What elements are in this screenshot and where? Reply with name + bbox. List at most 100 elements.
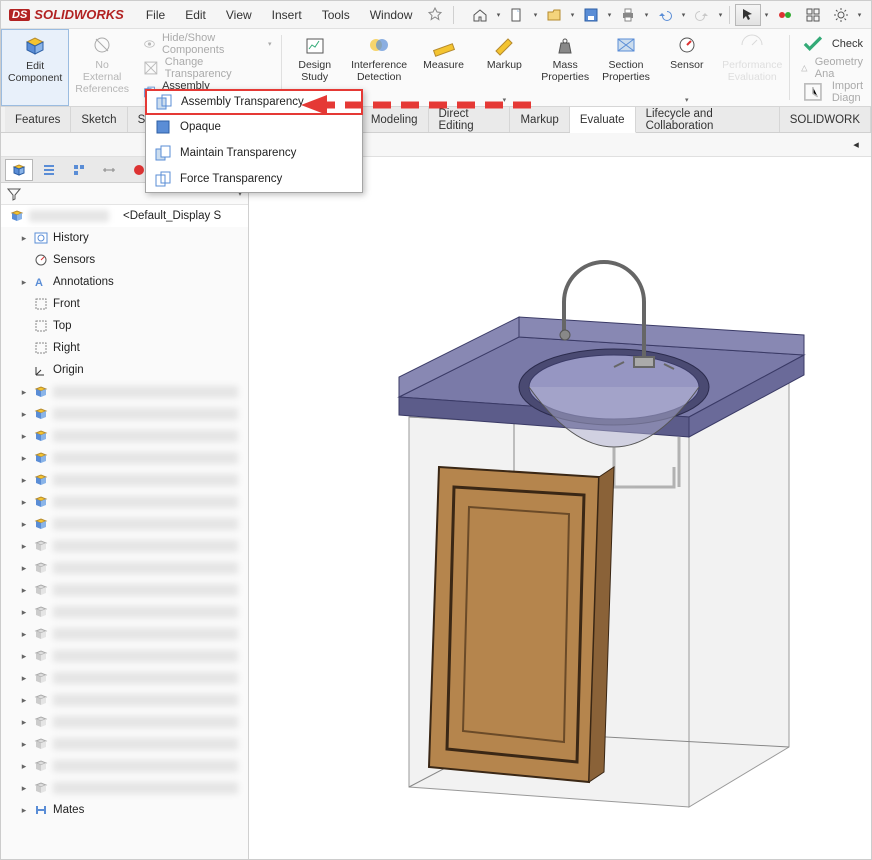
ribbon-geometry-analysis[interactable]: Geometry Ana: [796, 57, 867, 79]
ribbon-hide-show[interactable]: Hide/Show Components ▾: [139, 33, 275, 55]
ribbon-performance-eval[interactable]: Performance Evaluation: [717, 29, 787, 106]
ribbon-import-diagnostics[interactable]: Import Diagn: [796, 81, 867, 103]
dropdown-icon[interactable]: ▾: [763, 4, 770, 26]
dropdown-icon[interactable]: ▾: [643, 4, 650, 26]
ribbon-check[interactable]: Check: [796, 33, 867, 55]
expander-icon[interactable]: ▸: [19, 431, 29, 442]
menu-file[interactable]: File: [138, 6, 173, 24]
dropdown-icon[interactable]: ▾: [606, 4, 613, 26]
panel-tab-property[interactable]: [35, 159, 63, 181]
ribbon-edit-component[interactable]: Edit Component: [1, 29, 69, 106]
expander-icon[interactable]: ▸: [19, 651, 29, 662]
panel-tab-config[interactable]: [65, 159, 93, 181]
tab-modeling[interactable]: Modeling: [361, 107, 429, 132]
tab-lifecycle[interactable]: Lifecycle and Collaboration: [636, 107, 780, 132]
expander-icon[interactable]: ▸: [19, 673, 29, 684]
tree-component[interactable]: ▸: [1, 601, 248, 623]
expander-icon[interactable]: ▸: [19, 387, 29, 398]
ribbon-change-transparency[interactable]: Change Transparency: [139, 57, 275, 79]
expander-icon[interactable]: ▸: [19, 475, 29, 486]
funnel-icon[interactable]: [7, 187, 21, 201]
expander-icon[interactable]: ▸: [19, 233, 29, 244]
expander-icon[interactable]: ▸: [19, 541, 29, 552]
settings-gear-icon[interactable]: [828, 4, 854, 26]
save-icon[interactable]: [578, 4, 604, 26]
tree-component[interactable]: ▸: [1, 535, 248, 557]
menu-view[interactable]: View: [218, 6, 260, 24]
menu-tools[interactable]: Tools: [314, 6, 358, 24]
tree-component[interactable]: ▸: [1, 667, 248, 689]
panel-tab-feature-tree[interactable]: [5, 159, 33, 181]
expander-icon[interactable]: ▸: [19, 695, 29, 706]
panel-tab-dim[interactable]: [95, 159, 123, 181]
ribbon-markup[interactable]: Markup ▾: [474, 29, 535, 106]
ribbon-sensor[interactable]: Sensor ▾: [656, 29, 717, 106]
tree-sensors[interactable]: Sensors: [1, 249, 248, 271]
ribbon-mass-properties[interactable]: Mass Properties: [535, 29, 596, 106]
expander-icon[interactable]: ▸: [19, 497, 29, 508]
tree-mates[interactable]: ▸ Mates: [1, 799, 248, 821]
tab-sketch[interactable]: Sketch: [71, 107, 127, 132]
tree-component[interactable]: ▸: [1, 689, 248, 711]
tab-evaluate[interactable]: Evaluate: [570, 107, 636, 133]
tree-component[interactable]: ▸: [1, 623, 248, 645]
expander-icon[interactable]: ▸: [19, 277, 29, 288]
menu-window[interactable]: Window: [362, 6, 421, 24]
expander-icon[interactable]: ▸: [19, 805, 29, 816]
menu-edit[interactable]: Edit: [177, 6, 214, 24]
tree-component[interactable]: ▸: [1, 733, 248, 755]
pin-icon[interactable]: [424, 4, 446, 26]
tab-features[interactable]: Features: [5, 107, 71, 132]
tree-component[interactable]: ▸: [1, 425, 248, 447]
tree-annotations[interactable]: ▸ A Annotations: [1, 271, 248, 293]
tree-component[interactable]: ▸: [1, 755, 248, 777]
tree-component[interactable]: ▸: [1, 645, 248, 667]
print-icon[interactable]: [615, 4, 641, 26]
expander-icon[interactable]: ▸: [19, 739, 29, 750]
expander-icon[interactable]: ▸: [19, 783, 29, 794]
expander-icon[interactable]: ▸: [19, 453, 29, 464]
tab-solidworks-addins[interactable]: SOLIDWORK: [780, 107, 871, 132]
expander-icon[interactable]: ▸: [19, 585, 29, 596]
dropdown-icon[interactable]: ▾: [717, 4, 724, 26]
tab-direct-editing[interactable]: Direct Editing: [429, 107, 511, 132]
tree-history[interactable]: ▸ History: [1, 227, 248, 249]
grid-icon[interactable]: [800, 4, 826, 26]
tree-component[interactable]: ▸: [1, 711, 248, 733]
expander-icon[interactable]: ▸: [19, 607, 29, 618]
menu-force-transparency[interactable]: Force Transparency: [146, 166, 362, 192]
menu-opaque[interactable]: Opaque: [146, 114, 362, 140]
tree-component[interactable]: ▸: [1, 403, 248, 425]
expander-icon[interactable]: ▸: [19, 519, 29, 530]
home-icon[interactable]: [467, 4, 493, 26]
dropdown-icon[interactable]: ▾: [856, 4, 863, 26]
tree-front-plane[interactable]: Front: [1, 293, 248, 315]
open-icon[interactable]: [541, 4, 567, 26]
menu-assembly-transparency[interactable]: Assembly Transparency: [145, 89, 363, 115]
dropdown-icon[interactable]: ▾: [495, 4, 502, 26]
undo-icon[interactable]: [652, 4, 678, 26]
expander-icon[interactable]: ▸: [19, 563, 29, 574]
tree-component[interactable]: ▸: [1, 579, 248, 601]
tree-component[interactable]: ▸: [1, 777, 248, 799]
tree-component[interactable]: ▸: [1, 447, 248, 469]
expander-icon[interactable]: ▸: [19, 717, 29, 728]
cursor-select-icon[interactable]: [735, 4, 761, 26]
expander-icon[interactable]: ▸: [19, 409, 29, 420]
tree-top-plane[interactable]: Top: [1, 315, 248, 337]
tree-origin[interactable]: Origin: [1, 359, 248, 381]
tree-component[interactable]: ▸: [1, 491, 248, 513]
breadcrumb-dropdown-icon[interactable]: ◂: [849, 138, 863, 152]
traffic-light-icon[interactable]: [772, 4, 798, 26]
ribbon-section-properties[interactable]: Section Properties: [596, 29, 657, 106]
tree-right-plane[interactable]: Right: [1, 337, 248, 359]
menu-insert[interactable]: Insert: [264, 6, 310, 24]
ribbon-no-external-refs[interactable]: No External References: [69, 29, 135, 106]
new-icon[interactable]: [504, 4, 530, 26]
expander-icon[interactable]: ▸: [19, 761, 29, 772]
ribbon-measure[interactable]: Measure: [413, 29, 474, 106]
expander-icon[interactable]: ▸: [19, 629, 29, 640]
graphics-viewport[interactable]: [249, 157, 871, 859]
tree-component[interactable]: ▸: [1, 469, 248, 491]
tree-component[interactable]: ▸: [1, 381, 248, 403]
